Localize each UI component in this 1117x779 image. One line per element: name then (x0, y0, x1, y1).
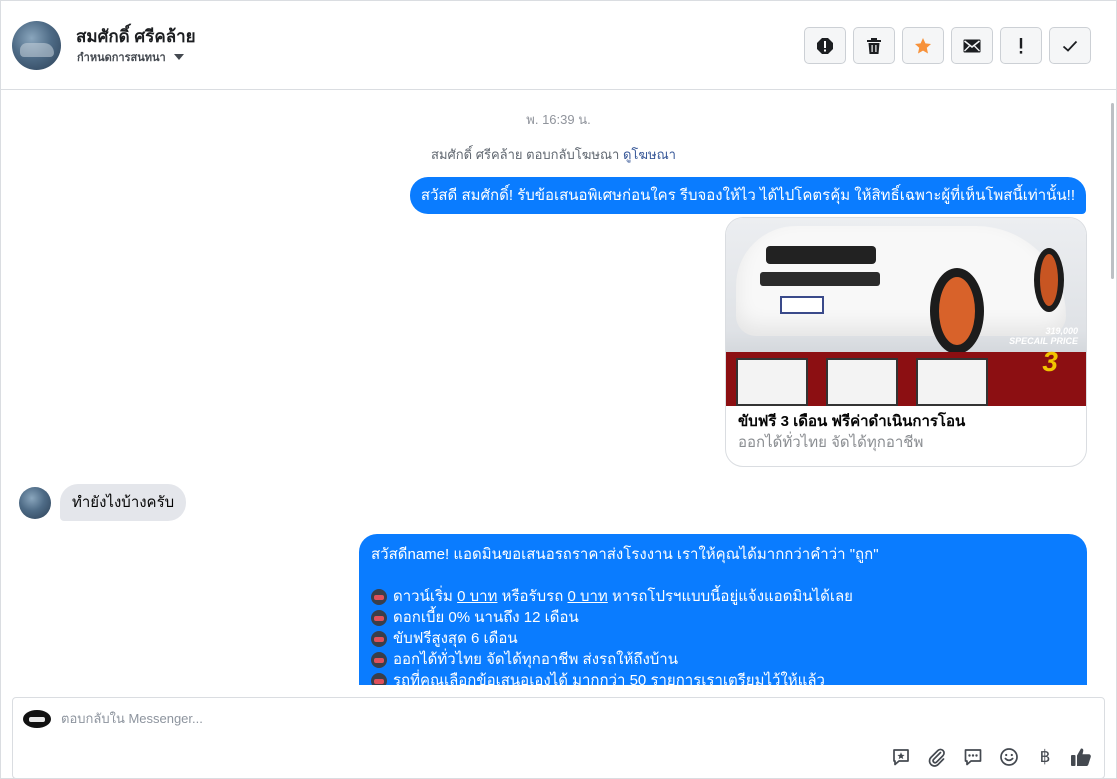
emoji-button[interactable] (998, 746, 1020, 768)
follow-up-button[interactable] (1000, 27, 1042, 64)
message-timestamp: พ. 16:39 น. (526, 112, 591, 127)
text: 0 บาท (567, 588, 608, 605)
car-emoji-icon (371, 609, 387, 626)
car-wheel-front (930, 268, 984, 354)
exclamation-icon (1019, 37, 1023, 54)
conversation-settings-label: กำหนดการสนทนา (77, 52, 166, 64)
text: ดอกเบี้ย 0% นานถึง 12 เดือน (393, 609, 579, 626)
text: หารถโปรฯแบบนี้อยู่แจ้งแอดมินได้เลย (607, 588, 853, 605)
incoming-message-row: ทำยังไงบ้างครับ (19, 484, 187, 521)
spam-button[interactable] (804, 27, 846, 64)
ad-subtitle: ออกได้ทั่วไทย จัดได้ทุกอาชีพ (738, 434, 924, 451)
star-icon (915, 37, 931, 53)
car-plate (780, 296, 824, 314)
promo-price: 319,000 SPECAIL PRICE (1009, 326, 1078, 346)
promo-price-value: 319,000 (1045, 326, 1078, 336)
car-bumper (760, 272, 880, 286)
thumbs-up-icon (1071, 748, 1091, 766)
conversation-header: สมศักดิ์ ศรีคล้าย กำหนดการสนทนา (1, 1, 1116, 90)
reply-input[interactable] (61, 711, 861, 726)
attachment-button[interactable] (926, 746, 948, 768)
text: 0 บาท (457, 588, 498, 605)
trash-icon (867, 37, 881, 54)
promo-price-label: SPECAIL PRICE (1009, 336, 1078, 346)
message-line: ดอกเบี้ย 0% นานถึง 12 เดือน (371, 607, 1075, 628)
emoji-icon (1000, 748, 1018, 766)
message-thread[interactable]: พ. 16:39 น. สมศักดิ์ ศรีคล้าย ตอบกลับโฆษ… (1, 91, 1116, 685)
envelope-icon (963, 39, 981, 52)
chat-bubble-icon (964, 749, 982, 766)
checkmark-icon (1062, 40, 1078, 52)
message-greeting: สวัสดีname! แอดมินขอเสนอรถราคาส่งโรงงาน … (371, 546, 879, 563)
baht-icon: ฿ (1039, 747, 1051, 766)
incoming-message: ทำยังไงบ้างครับ (60, 484, 187, 521)
car-emoji-icon (371, 588, 387, 605)
saved-reply-button[interactable] (890, 746, 912, 768)
text: ขับฟรีสูงสุด 6 เดือน (393, 630, 518, 647)
text: หรือรับรถ (497, 588, 568, 605)
saved-reply-icon (893, 749, 909, 766)
payment-button[interactable]: ฿ (1034, 746, 1056, 768)
like-button[interactable] (1070, 746, 1092, 768)
thread-scrollbar[interactable] (1111, 103, 1114, 279)
page-avatar (23, 710, 51, 728)
car-emoji-icon (371, 672, 387, 685)
text: รถที่คุณเลือกข้อเสนอเองได้ มากกว่า 50 รา… (393, 672, 825, 685)
text: ออกได้ทั่วไทย จัดได้ทุกอาชีพ ส่งรถให้ถึง… (393, 651, 678, 668)
contact-avatar-small[interactable] (19, 486, 51, 519)
text: ดาวน์เริ่ม (393, 588, 458, 605)
mark-done-button[interactable] (1049, 27, 1091, 64)
attachment-icon (928, 748, 945, 767)
ad-reply-note: สมศักดิ์ ศรีคล้าย ตอบกลับโฆษณา ดูโฆษณา (1, 144, 1106, 165)
delete-button[interactable] (853, 27, 895, 64)
car-wheel-rear (1034, 248, 1064, 312)
mark-unread-button[interactable] (951, 27, 993, 64)
alert-circle-icon (817, 37, 833, 54)
contact-name[interactable]: สมศักดิ์ ศรีคล้าย (76, 23, 196, 50)
car-emoji-icon (371, 651, 387, 668)
view-ad-link[interactable]: ดูโฆษณา (623, 147, 676, 162)
message-line: รถที่คุณเลือกข้อเสนอเองได้ มากกว่า 50 รา… (371, 670, 1075, 685)
star-button[interactable] (902, 27, 944, 64)
ad-image: 319,000 SPECAIL PRICE 3 (726, 218, 1086, 406)
contact-avatar[interactable] (12, 21, 61, 70)
caret-down-icon (173, 54, 184, 60)
reply-composer: ฿ (12, 697, 1105, 779)
composer-tools: ฿ (890, 746, 1092, 768)
ad-reply-note-text: สมศักดิ์ ศรีคล้าย ตอบกลับโฆษณา (431, 147, 620, 162)
conversation-toolbar (804, 27, 1091, 64)
message-line: ดาวน์เริ่ม 0 บาท หรือรับรถ 0 บาท หารถโปร… (371, 586, 1075, 607)
outgoing-message: สวัสดีname! แอดมินขอเสนอรถราคาส่งโรงงาน … (359, 534, 1087, 685)
quick-reply-button[interactable] (962, 746, 984, 768)
messenger-conversation-panel: สมศักดิ์ ศรีคล้าย กำหนดการสนทนา พ. 16:39… (0, 0, 1117, 779)
gallery-thumbnail (826, 358, 898, 406)
gallery-thumbnail (736, 358, 808, 406)
message-line: ออกได้ทั่วไทย จัดได้ทุกอาชีพ ส่งรถให้ถึง… (371, 649, 1075, 670)
outgoing-message: สวัสดี สมศักดิ์! รับข้อเสนอพิเศษก่อนใคร … (409, 177, 1086, 214)
car-emoji-icon (371, 630, 387, 647)
car-grille (766, 246, 876, 264)
promo-number: 3 (1042, 346, 1058, 377)
ad-card[interactable]: 319,000 SPECAIL PRICE 3 ขับฟรี 3 เดือน ฟ… (725, 217, 1087, 467)
conversation-settings-dropdown[interactable]: กำหนดการสนทนา (77, 48, 184, 66)
message-line: ขับฟรีสูงสุด 6 เดือน (371, 628, 1075, 649)
gallery-thumbnail (916, 358, 988, 406)
